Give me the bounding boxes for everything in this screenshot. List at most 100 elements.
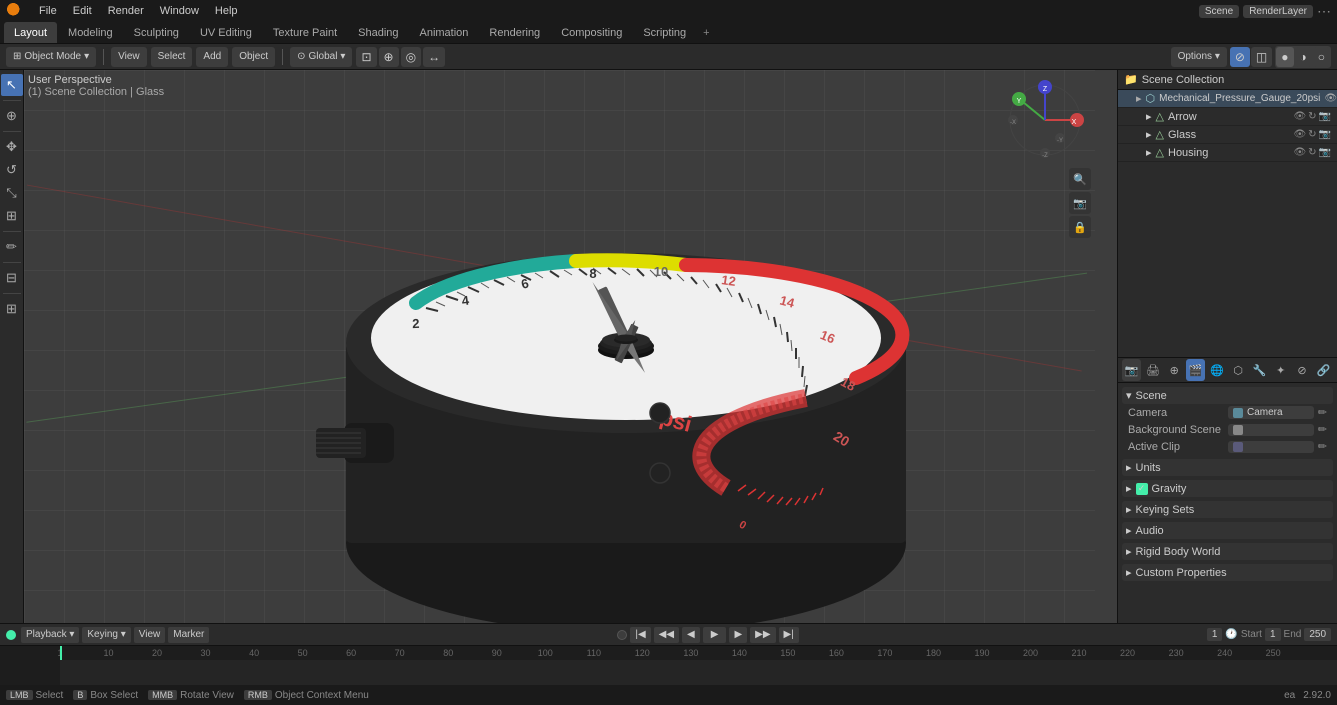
output-props-icon[interactable]: 🖨 bbox=[1143, 359, 1162, 381]
options-btn[interactable]: Options ▾ bbox=[1171, 47, 1227, 67]
world-props-icon[interactable]: 🌐 bbox=[1207, 359, 1226, 381]
object-props-icon[interactable]: ⬡ bbox=[1228, 359, 1247, 381]
rendered-shading[interactable]: ○ bbox=[1313, 47, 1330, 67]
material-shading[interactable]: ◑ bbox=[1295, 47, 1312, 67]
zoom-in-icon[interactable]: 🔍 bbox=[1069, 168, 1091, 190]
jump-end-button[interactable]: ▶| bbox=[779, 627, 799, 643]
navigation-gizmo[interactable]: X Y Z -X -Y -Z bbox=[1005, 80, 1085, 160]
units-header[interactable]: ▸ Units bbox=[1122, 459, 1333, 476]
record-button[interactable] bbox=[617, 630, 627, 640]
camera-edit-icon[interactable]: ✏ bbox=[1318, 406, 1327, 419]
keying-menu[interactable]: Keying ▾ bbox=[82, 627, 130, 643]
menu-file[interactable]: File bbox=[32, 3, 64, 19]
collection-item-arrow[interactable]: ▸ △ Arrow 👁 ↻ 📷 bbox=[1118, 108, 1337, 126]
particles-props-icon[interactable]: ✦ bbox=[1271, 359, 1290, 381]
bg-scene-value[interactable] bbox=[1228, 424, 1314, 436]
next-frame-button[interactable]: ▶ bbox=[729, 627, 747, 643]
glass-render-icon[interactable]: 📷 bbox=[1319, 129, 1331, 140]
transform-orient-icon[interactable]: ↔ bbox=[423, 47, 445, 67]
audio-header[interactable]: ▸ Audio bbox=[1122, 522, 1333, 539]
housing-select-icon[interactable]: ↻ bbox=[1308, 147, 1316, 158]
prev-keyframe-button[interactable]: ◀◀ bbox=[654, 627, 679, 643]
jump-start-button[interactable]: |◀ bbox=[630, 627, 650, 643]
tab-animation[interactable]: Animation bbox=[410, 22, 479, 43]
measure-tool[interactable]: ⊟ bbox=[1, 267, 23, 289]
physics-props-icon[interactable]: ⊘ bbox=[1292, 359, 1311, 381]
constraints-props-icon[interactable]: 🔗 bbox=[1314, 359, 1333, 381]
overlay-icon[interactable]: ⊘ bbox=[1230, 47, 1250, 67]
move-tool[interactable]: ✥ bbox=[1, 136, 23, 158]
tab-scripting[interactable]: Scripting bbox=[633, 22, 696, 43]
modifier-props-icon[interactable]: 🔧 bbox=[1250, 359, 1269, 381]
timeline-track[interactable]: 1 10 20 30 40 50 60 70 80 90 100 110 120… bbox=[0, 646, 1337, 685]
add-workspace-button[interactable]: + bbox=[697, 22, 715, 43]
proportional-edit-icon[interactable]: ⊕ bbox=[379, 47, 399, 67]
custom-props-header[interactable]: ▸ Custom Properties bbox=[1122, 564, 1333, 581]
current-frame-display[interactable]: 1 bbox=[1207, 628, 1223, 641]
menu-help[interactable]: Help bbox=[208, 3, 245, 19]
gravity-header[interactable]: ▸ ✓ Gravity bbox=[1122, 480, 1333, 497]
mode-selector[interactable]: ⊞ Object Mode ▾ bbox=[6, 47, 96, 67]
rigid-body-header[interactable]: ▸ Rigid Body World bbox=[1122, 543, 1333, 560]
collection-item-glass[interactable]: ▸ △ Glass 👁 ↻ 📷 bbox=[1118, 126, 1337, 144]
tab-texture-paint[interactable]: Texture Paint bbox=[263, 22, 347, 43]
active-clip-value[interactable] bbox=[1228, 441, 1314, 453]
tab-sculpting[interactable]: Sculpting bbox=[124, 22, 189, 43]
engine-icon[interactable]: ⋯ bbox=[1317, 3, 1331, 20]
tab-uv-editing[interactable]: UV Editing bbox=[190, 22, 262, 43]
keying-sets-header[interactable]: ▸ Keying Sets bbox=[1122, 501, 1333, 518]
prev-frame-button[interactable]: ◀ bbox=[682, 627, 700, 643]
tab-rendering[interactable]: Rendering bbox=[479, 22, 550, 43]
tab-shading[interactable]: Shading bbox=[348, 22, 408, 43]
tab-layout[interactable]: Layout bbox=[4, 22, 57, 43]
frame-range-area[interactable] bbox=[60, 660, 1337, 685]
start-frame-display[interactable]: 1 bbox=[1265, 628, 1281, 641]
view-layer-props-icon[interactable]: ⊕ bbox=[1165, 359, 1184, 381]
add-menu[interactable]: Add bbox=[196, 47, 228, 67]
arrow-visibility-icon[interactable]: 👁 bbox=[1293, 111, 1306, 122]
tab-compositing[interactable]: Compositing bbox=[551, 22, 632, 43]
transform-global[interactable]: ⊙ Global ▾ bbox=[290, 47, 352, 67]
camera-value[interactable]: Camera bbox=[1228, 406, 1314, 419]
end-frame-display[interactable]: 250 bbox=[1304, 628, 1331, 641]
housing-visibility-icon[interactable]: 👁 bbox=[1293, 147, 1306, 158]
viewport[interactable]: User Perspective (1) Scene Collection | … bbox=[24, 70, 1095, 663]
render-props-icon[interactable]: 📷 bbox=[1122, 359, 1141, 381]
glass-select-icon[interactable]: ↻ bbox=[1308, 129, 1316, 140]
transform-pivot-icon[interactable]: ◎ bbox=[401, 47, 421, 67]
scene-section-header[interactable]: ▾ Scene bbox=[1122, 387, 1333, 404]
glass-visibility-icon[interactable]: 👁 bbox=[1293, 129, 1306, 140]
arrow-render-icon[interactable]: 📷 bbox=[1319, 111, 1331, 122]
playback-menu[interactable]: Playback ▾ bbox=[21, 627, 79, 643]
select-menu[interactable]: Select bbox=[151, 47, 193, 67]
collection-item-housing[interactable]: ▸ △ Housing 👁 ↻ 📷 bbox=[1118, 144, 1337, 162]
menu-window[interactable]: Window bbox=[153, 3, 206, 19]
marker-menu[interactable]: Marker bbox=[168, 627, 209, 643]
collection-item-gauge[interactable]: ▸ ⬡ Mechanical_Pressure_Gauge_20psi 👁 ↻ … bbox=[1118, 90, 1337, 108]
render-layer-selector[interactable]: RenderLayer bbox=[1243, 5, 1313, 18]
visibility-icon[interactable]: 👁 bbox=[1324, 93, 1337, 104]
menu-render[interactable]: Render bbox=[101, 3, 151, 19]
menu-edit[interactable]: Edit bbox=[66, 3, 99, 19]
scene-selector[interactable]: Scene bbox=[1199, 5, 1239, 18]
lock-view-icon[interactable]: 🔒 bbox=[1069, 216, 1091, 238]
xray-icon[interactable]: ◫ bbox=[1251, 47, 1272, 67]
rotate-tool[interactable]: ↺ bbox=[1, 159, 23, 181]
arrow-select-icon[interactable]: ↻ bbox=[1308, 111, 1316, 122]
snap-icon[interactable]: ⊡ bbox=[356, 47, 376, 67]
transform-tool[interactable]: ⊞ bbox=[1, 205, 23, 227]
select-tool[interactable]: ↖ bbox=[1, 74, 23, 96]
tab-modeling[interactable]: Modeling bbox=[58, 22, 123, 43]
next-keyframe-button[interactable]: ▶▶ bbox=[750, 627, 775, 643]
camera-view-icon[interactable]: 📷 bbox=[1069, 192, 1091, 214]
scene-props-icon[interactable]: 🎬 bbox=[1186, 359, 1205, 381]
solid-shading[interactable]: ● bbox=[1276, 47, 1293, 67]
gravity-checkbox[interactable]: ✓ bbox=[1136, 483, 1148, 495]
play-button[interactable]: ▶ bbox=[703, 627, 727, 643]
view-menu-timeline[interactable]: View bbox=[134, 627, 166, 643]
view-menu[interactable]: View bbox=[111, 47, 147, 67]
housing-render-icon[interactable]: 📷 bbox=[1319, 147, 1331, 158]
annotate-tool[interactable]: ✏ bbox=[1, 236, 23, 258]
cursor-tool[interactable]: ⊕ bbox=[1, 105, 23, 127]
scale-tool[interactable]: ⤡ bbox=[1, 182, 23, 204]
